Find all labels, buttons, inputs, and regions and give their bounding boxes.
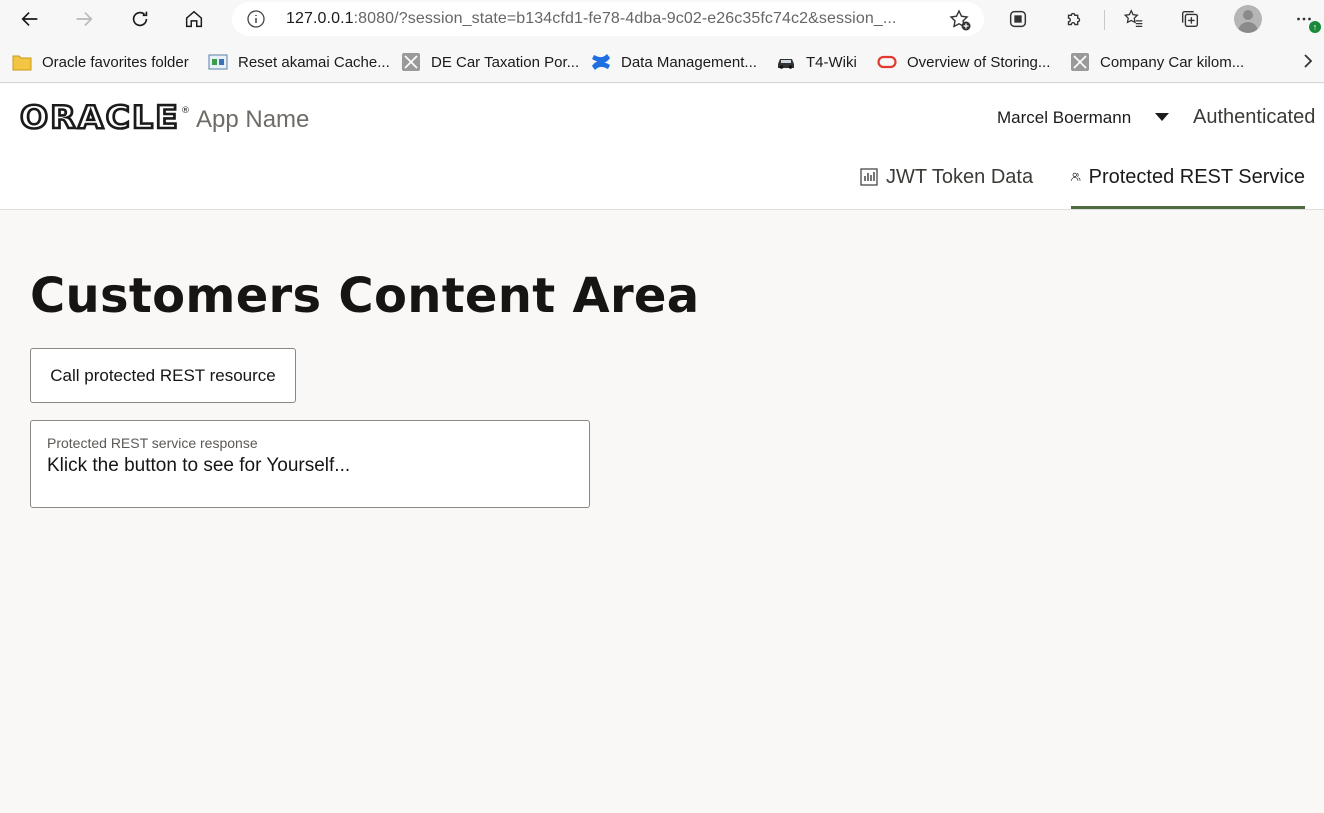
rest-response-field[interactable]: Protected REST service response Klick th… — [30, 420, 590, 508]
bookmark-item[interactable]: Oracle favorites folder — [12, 51, 189, 73]
back-arrow-icon — [21, 11, 38, 27]
back-button[interactable] — [14, 4, 46, 34]
chevron-right-icon[interactable] — [1298, 50, 1318, 72]
bookmark-label: Overview of Storing... — [907, 53, 1051, 71]
generic-site-icon — [1071, 53, 1089, 71]
collections-icon — [1181, 10, 1199, 28]
bookmark-label: Company Car kilom... — [1100, 53, 1245, 71]
generic-site-icon — [402, 53, 420, 71]
address-bar[interactable]: 127.0.0.1:8080/?session_state=b134cfd1-f… — [232, 2, 984, 36]
call-protected-rest-button[interactable]: Call protected REST resource — [30, 348, 296, 403]
tab-protected-rest-service[interactable]: Protected REST Service — [1071, 166, 1305, 209]
caret-down-icon[interactable] — [1154, 112, 1170, 122]
url-text[interactable]: 127.0.0.1:8080/?session_state=b134cfd1-f… — [286, 10, 926, 28]
home-icon — [185, 10, 203, 28]
bookmark-item[interactable]: Company Car kilom... — [1070, 51, 1244, 73]
add-favorite-icon[interactable] — [948, 8, 972, 32]
avatar-body — [1238, 22, 1258, 33]
favorites-list-icon — [1123, 9, 1143, 27]
tab-label: JWT Token Data — [886, 166, 1034, 188]
users-icon — [1071, 172, 1081, 181]
favorites-button[interactable] — [1118, 4, 1150, 34]
auth-status: Authenticated — [1193, 106, 1316, 128]
tab-label: Protected REST Service — [1088, 166, 1305, 188]
refresh-icon — [132, 11, 148, 27]
tab-jwt-token-data[interactable]: JWT Token Data — [860, 166, 1033, 209]
extensions-button[interactable] — [1058, 4, 1090, 34]
oracle-logo-icon: ORACLE ® — [19, 99, 190, 138]
forward-button[interactable] — [68, 4, 100, 34]
bookmark-item[interactable]: Overview of Storing... — [877, 51, 1050, 73]
bookmark-item[interactable]: T4-Wiki — [776, 51, 857, 73]
page-icon — [208, 54, 228, 70]
user-menu-name[interactable]: Marcel Boermann — [997, 108, 1131, 128]
oracle-logo[interactable]: ORACLE ® — [19, 99, 190, 140]
url-rest: :8080/?session_state=b134cfd1-fe78-4dba-… — [353, 10, 897, 27]
url-host: 127.0.0.1 — [286, 10, 354, 27]
refresh-button[interactable] — [124, 4, 156, 34]
update-available-badge: ↑ — [1309, 21, 1321, 33]
oracle-logo-wordmark: ORACLE — [20, 102, 180, 132]
browser-toolbar: 127.0.0.1:8080/?session_state=b134cfd1-f… — [0, 0, 1324, 40]
forward-arrow-icon — [76, 11, 93, 27]
browser-essentials-button[interactable] — [1002, 4, 1034, 34]
oracle-icon — [877, 55, 897, 69]
bookmark-label: T4-Wiki — [806, 53, 857, 71]
car-icon — [778, 59, 794, 69]
response-field-label: Protected REST service response — [47, 435, 258, 451]
folder-icon — [12, 55, 32, 71]
bookmark-item[interactable]: Reset akamai Cache... — [208, 51, 390, 73]
essentials-icon — [1009, 10, 1027, 28]
bookmark-item[interactable]: DE Car Taxation Por... — [401, 51, 579, 73]
app-header: ORACLE ® App Name Marcel Boermann Authen… — [0, 84, 1324, 210]
bookmark-label: Reset akamai Cache... — [238, 53, 390, 71]
home-button[interactable] — [178, 4, 210, 34]
bookmark-item[interactable]: Data Management... — [591, 51, 757, 73]
oracle-logo-mark: ® — [181, 106, 190, 116]
profile-avatar[interactable] — [1234, 5, 1262, 33]
avatar-head — [1243, 10, 1253, 20]
app-name: App Name — [196, 106, 310, 133]
bookmark-label: Data Management... — [621, 53, 757, 71]
bookmark-label: Oracle favorites folder — [42, 53, 189, 71]
confluence-icon — [592, 54, 610, 70]
response-field-value: Klick the button to see for Yourself... — [47, 455, 351, 476]
toolbar-separator — [1104, 10, 1105, 30]
collections-button[interactable] — [1174, 4, 1206, 34]
info-icon[interactable] — [246, 9, 266, 29]
page-title: Customers Content Area — [30, 268, 700, 324]
bar-chart-icon — [860, 168, 878, 186]
bookmarks-bar: Oracle favorites folder Reset akamai Cac… — [0, 40, 1324, 83]
puzzle-icon — [1067, 12, 1081, 26]
bookmark-label: DE Car Taxation Por... — [431, 53, 580, 71]
